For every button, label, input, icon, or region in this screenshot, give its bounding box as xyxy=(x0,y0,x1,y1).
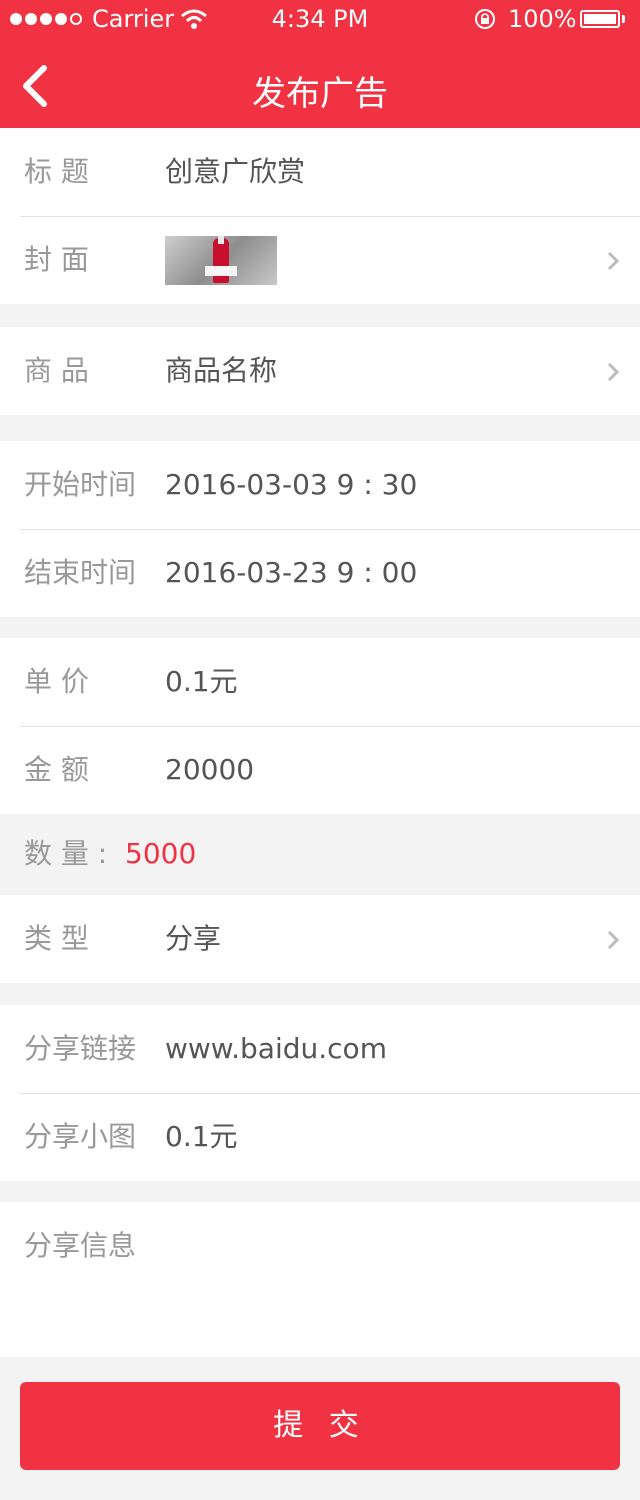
share-thumb-row[interactable]: 分享小图 0.1元 xyxy=(0,1093,640,1181)
share-link-value[interactable]: www.baidu.com xyxy=(165,1005,387,1093)
quantity-value: 5000 xyxy=(125,837,197,870)
end-time-row[interactable]: 结束时间 2016-03-23 9 : 00 xyxy=(0,529,640,617)
quantity-label: 数 量 : xyxy=(24,837,108,870)
title-label: 标 题 xyxy=(24,155,89,188)
type-label: 类 型 xyxy=(24,922,89,955)
product-label: 商 品 xyxy=(24,354,89,387)
page-title: 发布广告 xyxy=(252,74,388,114)
group-share: 分享链接 www.baidu.com 分享小图 0.1元 xyxy=(0,1005,640,1181)
product-value: 商品名称 xyxy=(165,354,278,387)
product-row[interactable]: 商 品 商品名称 xyxy=(0,327,640,415)
amount-row[interactable]: 金 额 20000 xyxy=(0,726,640,814)
chevron-right-icon xyxy=(607,362,620,382)
amount-label: 金 额 xyxy=(24,753,89,786)
cover-image[interactable] xyxy=(165,236,277,285)
group-product: 商 品 商品名称 xyxy=(0,327,640,415)
battery-tip xyxy=(622,15,625,23)
amount-value[interactable]: 20000 xyxy=(165,726,254,814)
unit-price-value[interactable]: 0.1元 xyxy=(165,638,238,726)
end-time-label: 结束时间 xyxy=(24,556,137,589)
unit-price-row[interactable]: 单 价 0.1元 xyxy=(0,638,640,726)
share-thumb-value[interactable]: 0.1元 xyxy=(165,1093,238,1181)
share-info-field[interactable]: 分享信息 xyxy=(0,1202,640,1357)
cover-label: 封 面 xyxy=(24,243,89,276)
app-header: Carrier 4:34 PM 100% 发布广告 xyxy=(0,0,640,128)
chevron-right-icon xyxy=(607,251,620,271)
group-time: 开始时间 2016-03-03 9 : 30 结束时间 2016-03-23 9… xyxy=(0,441,640,617)
start-time-label: 开始时间 xyxy=(24,468,137,501)
chevron-right-icon xyxy=(607,930,620,950)
group-price: 单 价 0.1元 金 额 20000 xyxy=(0,638,640,814)
title-row[interactable]: 标 题 创意广欣赏 xyxy=(0,128,640,216)
end-time-value[interactable]: 2016-03-23 9 : 00 xyxy=(165,529,417,617)
cover-row[interactable]: 封 面 xyxy=(0,216,640,304)
share-info-label: 分享信息 xyxy=(24,1229,137,1262)
rotation-lock-icon xyxy=(475,9,495,29)
group-type: 类 型 分享 xyxy=(0,895,640,983)
status-bar: Carrier 4:34 PM 100% xyxy=(0,0,640,40)
share-link-row[interactable]: 分享链接 www.baidu.com xyxy=(0,1005,640,1093)
type-row[interactable]: 类 型 分享 xyxy=(0,895,640,983)
share-link-label: 分享链接 xyxy=(24,1032,137,1065)
submit-button[interactable]: 提 交 xyxy=(20,1382,620,1470)
share-thumb-label: 分享小图 xyxy=(24,1120,137,1153)
title-value[interactable]: 创意广欣赏 xyxy=(165,128,305,216)
start-time-value[interactable]: 2016-03-03 9 : 30 xyxy=(165,441,417,529)
group-title-cover: 标 题 创意广欣赏 封 面 xyxy=(0,128,640,304)
type-value: 分享 xyxy=(165,922,222,955)
quantity-summary: 数 量 : 5000 xyxy=(0,814,640,894)
battery-icon xyxy=(580,10,620,28)
unit-price-label: 单 价 xyxy=(24,665,89,698)
battery-percentage: 100% xyxy=(508,5,577,33)
start-time-row[interactable]: 开始时间 2016-03-03 9 : 30 xyxy=(0,441,640,529)
